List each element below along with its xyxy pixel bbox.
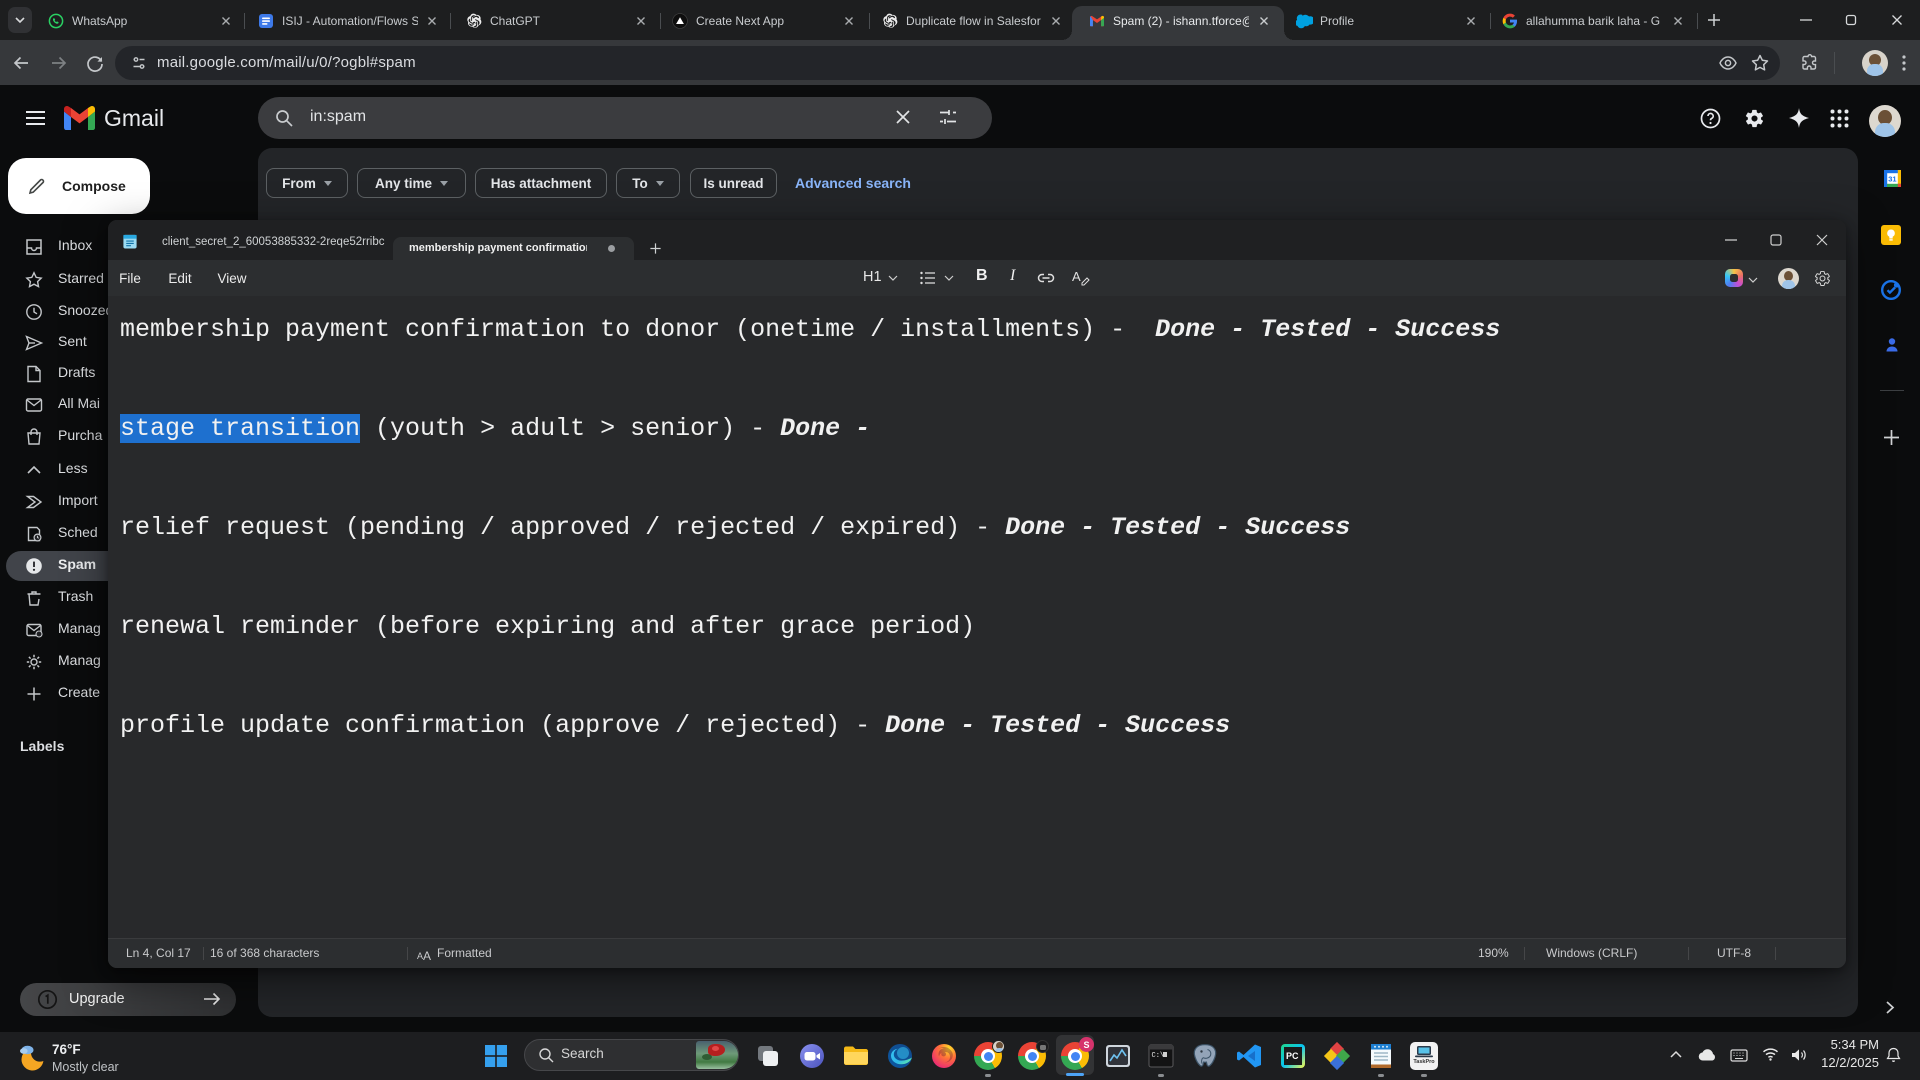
- svg-text:A: A: [423, 949, 431, 961]
- svg-text:31: 31: [1888, 175, 1896, 184]
- svg-text:C:\: C:\: [1152, 1052, 1165, 1060]
- svg-text:PC: PC: [1286, 1051, 1299, 1061]
- svg-text:A: A: [1072, 269, 1081, 284]
